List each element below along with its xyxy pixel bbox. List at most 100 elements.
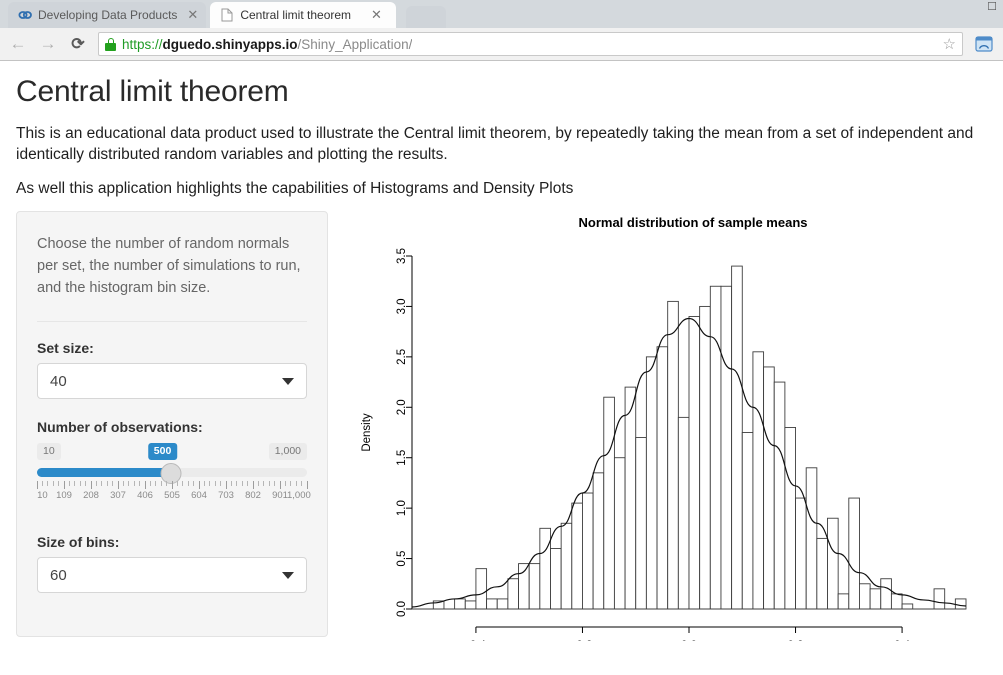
- histogram-bar: [518, 563, 530, 610]
- histogram-bar: [560, 522, 573, 610]
- slider-min-label: 10: [37, 443, 61, 460]
- forward-icon[interactable]: →: [38, 34, 58, 54]
- sidebar-divider: [37, 321, 307, 323]
- reload-icon[interactable]: ⟳: [68, 34, 88, 54]
- new-tab-button[interactable]: [405, 6, 446, 28]
- slider-value-label: 500: [147, 443, 178, 460]
- slider-tick: [241, 481, 243, 487]
- page-icon: [220, 8, 234, 22]
- histogram-bar: [741, 432, 754, 610]
- lock-icon: [105, 37, 116, 51]
- slider-tick-label: 604: [191, 490, 207, 502]
- slider-tick: [85, 481, 87, 487]
- tab-title: Developing Data Products: [38, 8, 178, 22]
- histogram-bar: [667, 301, 679, 610]
- slider-tick: [306, 481, 308, 490]
- slider-tick: [295, 481, 297, 487]
- browser-tab-central-limit-theorem[interactable]: Central limit theorem ✕: [210, 2, 396, 28]
- histogram-bar: [763, 366, 775, 610]
- x-axis-tick-label: 0.4: [894, 640, 911, 641]
- slider-tick: [41, 481, 43, 487]
- chart-title: Normal distribution of sample means: [579, 215, 808, 230]
- slider-tick: [247, 481, 249, 487]
- y-axis-tick-label: 0.0: [396, 601, 408, 617]
- sidebar-help-text: Choose the number of random normals per …: [37, 236, 301, 296]
- y-axis-tick-label: 1.5: [396, 450, 408, 466]
- window-maximize-icon[interactable]: ☐: [987, 0, 997, 13]
- slider-tick: [139, 481, 141, 487]
- histogram-bar: [677, 417, 690, 610]
- slider-tick: [133, 481, 135, 487]
- y-axis-tick-label: 1.0: [396, 500, 408, 516]
- intro-paragraph-1: This is an educational data product used…: [16, 125, 974, 164]
- histogram-bar: [720, 285, 733, 610]
- url-scheme: https://: [122, 36, 163, 52]
- slider-fill: [37, 468, 171, 478]
- slider-tick: [95, 481, 97, 487]
- tab-close-icon[interactable]: ✕: [187, 7, 198, 23]
- tab-close-icon[interactable]: ✕: [371, 7, 382, 23]
- observations-slider[interactable]: [37, 463, 307, 485]
- slider-tick: [203, 481, 205, 487]
- slider-tick: [198, 481, 200, 490]
- histogram-bar: [464, 600, 477, 610]
- slider-tick-label: 406: [137, 490, 153, 502]
- slider-tick: [290, 481, 292, 487]
- back-icon[interactable]: ←: [8, 34, 28, 54]
- slider-tick-label: 109: [56, 490, 72, 502]
- x-axis-tick-label: 0.0: [681, 640, 697, 641]
- slider-tick: [193, 481, 195, 487]
- slider-tick: [144, 481, 146, 490]
- slider-tick-label: 505: [164, 490, 180, 502]
- extension-icon[interactable]: [973, 34, 995, 54]
- chevron-down-icon: [282, 571, 294, 579]
- slider-tick: [128, 481, 130, 487]
- histogram-bar: [550, 548, 562, 610]
- slider-tick: [182, 481, 184, 487]
- url-path: /Shiny_Application/: [297, 36, 413, 52]
- browser-chrome: Developing Data Products ✕ Central limit…: [0, 0, 1003, 61]
- bins-select[interactable]: 60: [37, 557, 307, 594]
- histogram-bar: [475, 568, 488, 610]
- histogram-bar: [603, 396, 615, 610]
- slider-tick: [171, 481, 173, 490]
- x-axis-tick-label: -0.2: [573, 640, 593, 641]
- slider-tick: [187, 481, 189, 487]
- slider-tick: [230, 481, 232, 487]
- url-host: dguedo.shinyapps.io: [162, 36, 298, 52]
- slider-tick: [63, 481, 65, 490]
- slider-tick: [284, 481, 286, 487]
- bins-value: 60: [50, 566, 67, 584]
- histogram-bar: [752, 351, 765, 610]
- histogram-bar: [901, 603, 914, 610]
- histogram-bar: [571, 502, 583, 610]
- histogram-bar: [699, 306, 711, 610]
- histogram-bar: [805, 467, 818, 610]
- slider-tick-label: 208: [83, 490, 99, 502]
- page-content: Central limit theorem This is an educati…: [0, 61, 1003, 672]
- plot-panel: Normal distribution of sample means 0.0 0.…: [354, 211, 987, 641]
- slider-tick: [101, 481, 103, 487]
- set-size-select[interactable]: 40: [37, 363, 307, 400]
- x-axis-tick-label: -0.4: [466, 640, 486, 641]
- histogram-bar: [795, 497, 807, 610]
- address-bar[interactable]: https://dguedo.shinyapps.io/Shiny_Applic…: [98, 32, 963, 56]
- address-bar-url: https://dguedo.shinyapps.io/Shiny_Applic…: [122, 37, 412, 52]
- bins-control: Size of bins: 60: [37, 534, 307, 594]
- bookmark-star-icon[interactable]: ☆: [943, 35, 956, 53]
- histogram-bar: [816, 538, 828, 610]
- chevron-down-icon: [282, 377, 294, 385]
- histogram-bar: [539, 527, 551, 610]
- histogram-bar: [731, 265, 743, 610]
- browser-tab-developing-data-products[interactable]: Developing Data Products ✕: [8, 2, 207, 28]
- bins-label: Size of bins:: [37, 534, 120, 551]
- tab-strip: Developing Data Products ✕ Central limit…: [0, 0, 1003, 28]
- histogram-bar: [613, 457, 626, 610]
- slider-tick: [279, 481, 281, 490]
- histogram-bar: [954, 598, 967, 610]
- slider-tick-label: 901: [272, 490, 288, 502]
- histogram-bar: [773, 381, 786, 610]
- slider-tick: [117, 481, 119, 490]
- slider-tick: [274, 481, 276, 487]
- slider-tick-label: 703: [218, 490, 234, 502]
